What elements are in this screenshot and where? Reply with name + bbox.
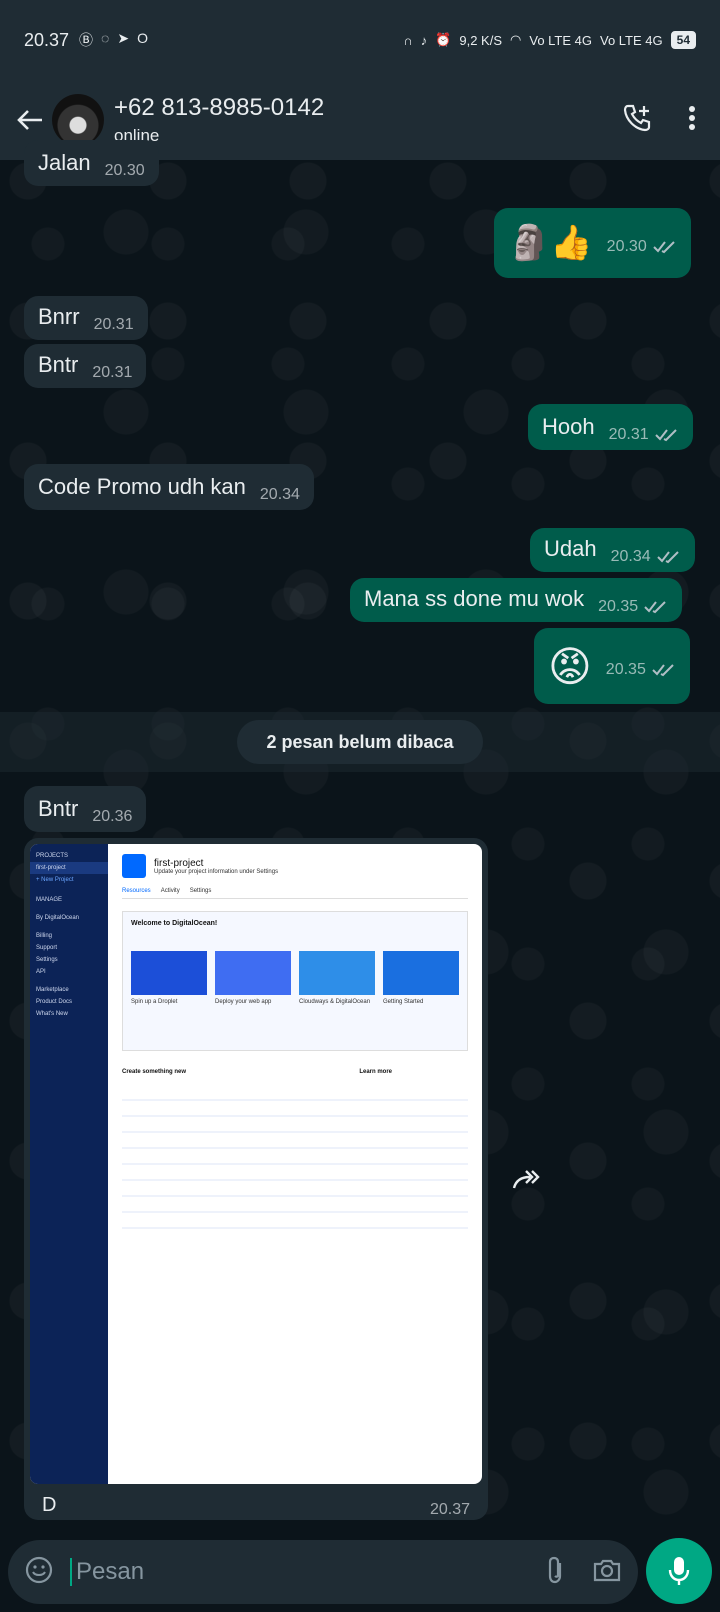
screenshot-sidebar: PROJECTS first-project + New Project MAN…	[30, 844, 108, 1484]
message-text: Hooh	[542, 414, 595, 439]
contact-name: +62 813-8985-0142	[114, 94, 325, 121]
message-time: 20.37	[429, 1500, 470, 1518]
add-call-icon[interactable]	[622, 103, 652, 138]
message-input-bar	[8, 1540, 638, 1604]
whatsapp-icon: ◌	[101, 30, 110, 46]
message-bubble[interactable]: Jalan 20.30	[24, 140, 159, 186]
message-time: 20.31	[92, 364, 133, 381]
message-text: Udah	[544, 536, 597, 561]
message-bubble[interactable]: Hooh 20.31	[528, 404, 693, 450]
message-bubble[interactable]: Bntr 20.31	[24, 344, 147, 388]
read-ticks-icon	[652, 664, 674, 677]
message-text: Mana ss done mu wok	[364, 586, 585, 611]
message-time: 20.35	[598, 598, 639, 615]
message-text: 🗿👍	[508, 224, 593, 262]
message-time: 20.34	[610, 548, 651, 565]
message-bubble[interactable]: Bnrr 20.31	[24, 296, 148, 340]
headphones-icon: ∩	[403, 32, 413, 48]
message-bubble[interactable]: 🗿👍 20.30	[494, 208, 691, 278]
unread-label: 2 pesan belum dibaca	[237, 720, 483, 764]
ring-icon: O	[137, 30, 148, 46]
app-notification-icon: Ⓑ	[79, 32, 94, 48]
message-time: 20.34	[259, 486, 300, 503]
status-time: 20.37	[24, 29, 70, 50]
message-time: 20.30	[104, 162, 145, 179]
mute-icon: ♪	[420, 32, 428, 48]
read-ticks-icon	[656, 551, 679, 564]
shared-screenshot[interactable]: PROJECTS first-project + New Project MAN…	[30, 844, 482, 1484]
message-text: Code Promo udh kan	[38, 474, 246, 499]
message-text: 😡	[548, 642, 592, 690]
read-ticks-icon	[654, 429, 677, 442]
message-bubble[interactable]: Bntr 20.36	[24, 786, 147, 832]
message-text: Bntr	[38, 352, 79, 377]
message-text: Jalan	[38, 150, 91, 175]
attach-icon[interactable]	[544, 1555, 566, 1590]
screenshot-main: first-project Update your project inform…	[108, 844, 482, 1484]
back-arrow-icon[interactable]	[12, 102, 48, 138]
message-bubble[interactable]: Udah 20.34	[530, 528, 695, 572]
message-time: 20.35	[605, 661, 646, 678]
camera-icon[interactable]	[592, 1557, 622, 1588]
message-time: 20.31	[608, 426, 649, 443]
mic-icon	[668, 1557, 690, 1585]
message-bubble[interactable]: Code Promo udh kan 20.34	[24, 464, 314, 510]
contact-info[interactable]: +62 813-8985-0142 online	[114, 94, 324, 146]
telegram-icon: ➤	[117, 30, 130, 46]
message-text: Bnrr	[38, 304, 80, 329]
speed-readout: 9,2 K/S	[459, 32, 503, 48]
message-text: Bntr	[38, 796, 79, 821]
read-ticks-icon	[653, 241, 675, 254]
image-message[interactable]: PROJECTS first-project + New Project MAN…	[24, 838, 488, 1520]
alarm-icon: ⏰	[435, 32, 452, 47]
notification-icons: Ⓑ ◌ ➤ O	[79, 30, 148, 50]
status-bar: 20.37 Ⓑ ◌ ➤ O ∩ ♪ ⏰ 9,2 K/S ◠ Vo LTE 4G …	[0, 0, 720, 80]
more-options-icon[interactable]	[688, 105, 696, 136]
wifi-icon: ◠	[510, 32, 522, 47]
forward-icon[interactable]	[508, 1160, 548, 1200]
message-bubble[interactable]: 😡 20.35	[534, 628, 690, 704]
network-2: Vo LTE 4G	[600, 32, 663, 48]
image-caption: D	[42, 1494, 57, 1516]
message-bubble[interactable]: Mana ss done mu wok 20.35	[350, 578, 683, 622]
message-time: 20.36	[92, 808, 133, 825]
read-ticks-icon	[644, 601, 666, 614]
message-time: 20.30	[606, 238, 647, 255]
emoji-icon[interactable]	[24, 1555, 54, 1590]
battery-icon: 54	[670, 31, 696, 49]
network-1: Vo LTE 4G	[529, 32, 592, 48]
avatar[interactable]	[52, 94, 104, 146]
mic-button[interactable]	[646, 1538, 712, 1604]
message-input[interactable]	[70, 1558, 544, 1586]
message-time: 20.31	[93, 316, 134, 333]
